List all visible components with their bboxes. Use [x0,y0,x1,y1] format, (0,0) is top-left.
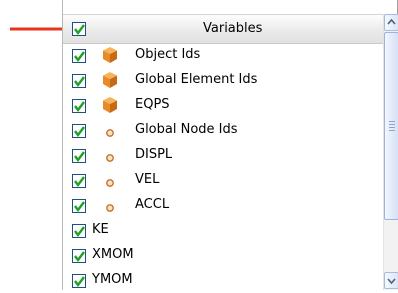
list-item[interactable]: KE [63,218,383,243]
variable-checkbox[interactable] [72,99,86,113]
select-all-checkbox[interactable] [72,22,86,36]
checkmark-icon [74,126,85,137]
orange-cube-icon [101,71,119,93]
variable-label: XMOM [92,247,134,262]
checkmark-icon [74,176,85,187]
list-item[interactable]: ACCL [63,193,383,218]
variables-panel: Variables Object Ids Global Element Ids EQ… [62,0,398,290]
checkmark-icon [74,201,85,212]
variable-label: DISPL [135,147,173,162]
scroll-up-button[interactable] [384,14,398,31]
orange-cube-icon [101,96,119,118]
node-dot-icon [105,127,115,142]
node-dot-icon [105,177,115,192]
list-item[interactable]: VEL [63,168,383,193]
variable-checkbox[interactable] [72,74,86,88]
variables-column-header[interactable]: Variables [63,14,383,44]
list-item[interactable]: Object Ids [63,43,383,68]
node-dot-icon [105,152,115,167]
list-item[interactable]: DISPL [63,143,383,168]
variable-label: VEL [135,172,160,187]
variable-checkbox[interactable] [72,124,86,138]
checkmark-icon [74,24,85,35]
node-dot-icon [105,202,115,217]
checkmark-icon [74,226,85,237]
variable-checkbox[interactable] [72,274,86,288]
scroll-down-button[interactable] [384,272,398,289]
chevron-up-icon [387,18,396,25]
variable-label: Object Ids [135,47,201,62]
chevron-down-icon [387,278,396,285]
checkmark-icon [74,251,85,262]
variable-label: Global Element Ids [135,72,258,87]
variable-label: EQPS [135,97,170,112]
list-item[interactable]: XMOM [63,243,383,268]
variable-checkbox[interactable] [72,224,86,238]
list-item[interactable]: EQPS [63,93,383,118]
orange-cube-icon [101,46,119,68]
variable-checkbox[interactable] [72,49,86,63]
variable-label: ACCL [135,197,170,212]
column-title: Variables [203,21,263,36]
variable-checkbox[interactable] [72,174,86,188]
checkmark-icon [74,101,85,112]
checkmark-icon [74,151,85,162]
list-item[interactable]: Global Node Ids [63,118,383,143]
list-item[interactable]: YMOM [63,268,383,293]
variable-label: YMOM [92,272,133,287]
scroll-thumb[interactable] [384,32,398,220]
variable-label: Global Node Ids [135,122,238,137]
variable-checkbox[interactable] [72,149,86,163]
checkmark-icon [74,51,85,62]
variable-checkbox[interactable] [72,199,86,213]
checkmark-icon [74,76,85,87]
vertical-scrollbar[interactable] [383,14,398,290]
variable-label: KE [92,222,109,237]
variable-checkbox[interactable] [72,249,86,263]
checkmark-icon [74,276,85,287]
list-item[interactable]: Global Element Ids [63,68,383,93]
